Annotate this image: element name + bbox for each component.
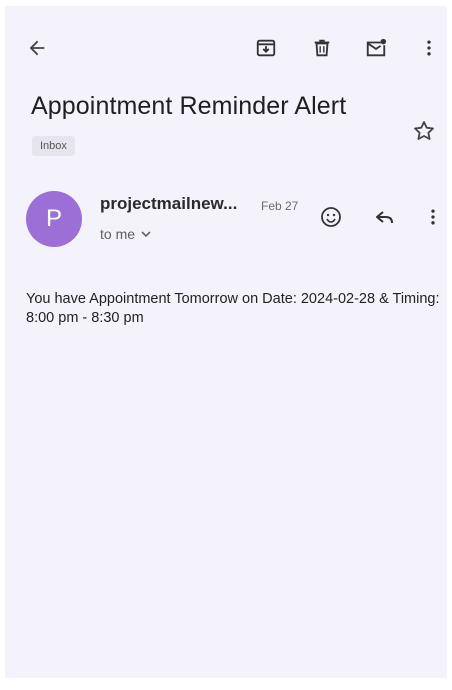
top-app-bar [5,6,447,76]
mark-unread-button[interactable] [360,32,392,64]
sender-name[interactable]: projectmailnew... [100,194,237,214]
avatar-initial: P [45,205,62,232]
star-button[interactable] [409,116,439,146]
archive-button[interactable] [250,32,282,64]
message-more-button[interactable] [417,201,447,233]
recipient-label: to me [100,226,136,242]
email-view: Appointment Reminder Alert Inbox P proje… [5,6,447,678]
more-vert-icon [427,40,431,56]
more-vert-icon [431,209,435,225]
reply-icon [376,211,393,224]
star-icon [414,121,434,140]
delete-icon [314,39,330,57]
reply-button[interactable] [369,201,401,233]
avatar[interactable]: P [26,191,82,247]
delete-button[interactable] [306,32,338,64]
email-body: You have Appointment Tomorrow on Date: 2… [26,291,440,326]
email-date: Feb 27 [261,199,299,213]
more-options-button[interactable] [413,32,445,64]
chevron-down-icon [141,231,151,238]
recipient-details[interactable]: to me [100,226,151,242]
mark-unread-icon [366,38,387,57]
archive-icon [256,39,276,57]
email-subject: Appointment Reminder Alert [31,92,347,120]
back-button[interactable] [21,32,53,64]
back-arrow-icon [29,40,45,56]
inbox-label-chip[interactable]: Inbox [32,136,75,156]
emoji-icon [321,207,341,227]
react-emoji-button[interactable] [315,201,347,233]
